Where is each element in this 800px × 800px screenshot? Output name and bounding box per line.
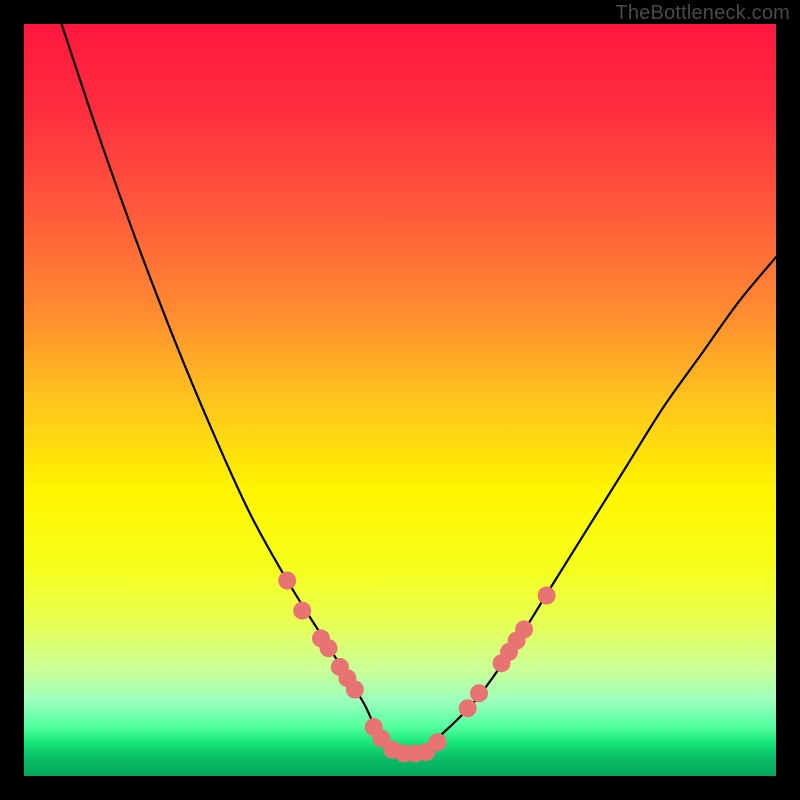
bottleneck-curve [62,24,776,756]
data-marker [459,699,477,717]
data-marker [429,733,447,751]
plot-area [24,24,776,776]
data-marker [538,587,556,605]
data-marker [515,620,533,638]
attribution-label: TheBottleneck.com [615,2,790,25]
curve-layer [24,24,776,776]
marker-group [278,572,555,763]
data-marker [293,602,311,620]
chart-frame: TheBottleneck.com [0,0,800,800]
data-marker [346,681,364,699]
data-marker [278,572,296,590]
data-marker [320,639,338,657]
data-marker [470,684,488,702]
